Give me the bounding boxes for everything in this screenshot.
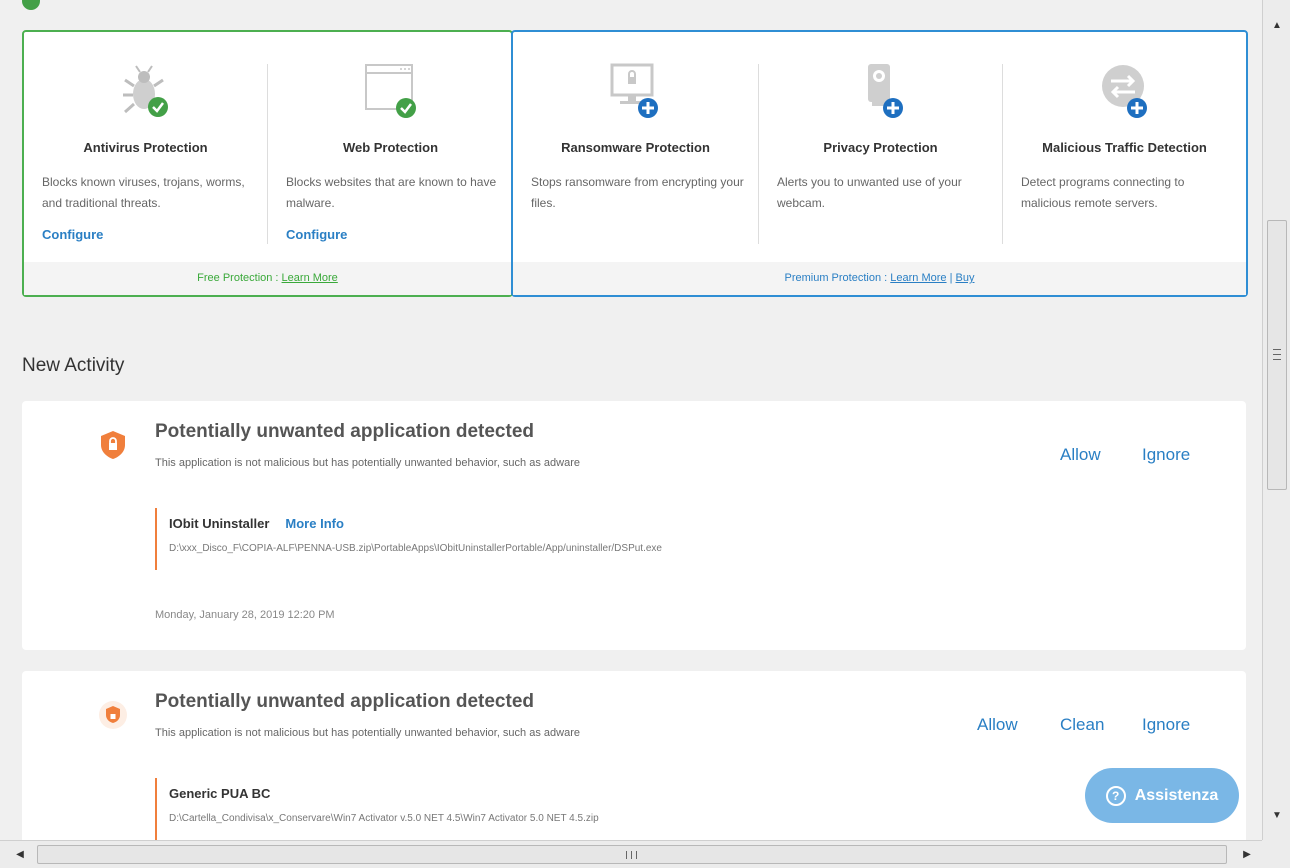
scroll-right-arrow-icon[interactable]: ▶	[1235, 841, 1259, 868]
activity-card: Potentially unwanted application detecte…	[22, 671, 1246, 840]
scroll-down-arrow-icon[interactable]: ▼	[1263, 806, 1290, 826]
content-viewport: Antivirus Protection Blocks known viruse…	[0, 0, 1262, 840]
ignore-button[interactable]: Ignore	[1142, 445, 1190, 465]
premium-panel-footer: Premium Protection : Learn More | Buy	[513, 262, 1246, 295]
feature-title: Web Protection	[342, 140, 439, 155]
horizontal-scroll-thumb[interactable]	[37, 845, 1227, 864]
feature-malicious-traffic: Malicious Traffic Detection Detect progr…	[1003, 32, 1246, 262]
activity-title: Potentially unwanted application detecte…	[155, 421, 534, 442]
feature-description: Blocks websites that are known to have m…	[286, 175, 497, 210]
feature-privacy: Privacy Protection Alerts you to unwante…	[759, 32, 1002, 262]
shield-alert-icon	[101, 431, 125, 459]
activity-card: Potentially unwanted application detecte…	[22, 401, 1246, 650]
buy-link[interactable]: Buy	[956, 272, 975, 284]
feature-description: Blocks known viruses, trojans, worms, an…	[42, 175, 245, 210]
webcam-plus-icon	[867, 64, 903, 118]
scroll-up-arrow-icon[interactable]: ▲	[1263, 16, 1290, 36]
activity-subtitle: This application is not malicious but ha…	[155, 457, 580, 469]
threat-detail: Generic PUA BC D:\Cartella_Condivisa\x_C…	[155, 778, 599, 840]
scroll-left-arrow-icon[interactable]: ◀	[8, 841, 32, 868]
threat-name: IObit Uninstaller	[169, 516, 270, 531]
monitor-lock-plus-icon	[610, 63, 658, 118]
activity-subtitle: This application is not malicious but ha…	[155, 727, 580, 739]
threat-path: D:\Cartella_Condivisa\x_Conservare\Win7 …	[169, 813, 599, 824]
horizontal-scrollbar[interactable]: ◀ ▶	[0, 840, 1262, 868]
allow-button[interactable]: Allow	[1060, 445, 1101, 465]
threat-name-row: IObit Uninstaller More Info	[169, 516, 662, 531]
threat-path: D:\xxx_Disco_F\COPIA-ALF\PENNA-USB.zip\P…	[169, 543, 662, 554]
feature-title: Antivirus Protection	[83, 140, 208, 155]
feature-web: Web Protection Blocks websites that are …	[268, 32, 513, 262]
activity-timestamp: Monday, January 28, 2019 12:20 PM	[155, 609, 335, 621]
free-panel-footer: Free Protection : Learn More	[24, 262, 511, 295]
grip-icon	[1273, 349, 1281, 360]
bug-check-icon	[122, 65, 168, 117]
more-info-link[interactable]: More Info	[285, 516, 344, 531]
feature-description: Detect programs connecting to malicious …	[1021, 175, 1185, 210]
feature-title: Malicious Traffic Detection	[1042, 140, 1207, 155]
footer-label: Premium Protection :	[784, 272, 891, 284]
question-circle-icon: ?	[1105, 785, 1126, 806]
configure-antivirus-link[interactable]: Configure	[42, 227, 103, 242]
feature-description: Stops ransomware from encrypting your fi…	[531, 175, 744, 210]
allow-button[interactable]: Allow	[977, 715, 1018, 735]
vertical-scrollbar[interactable]: ▲ ▼	[1262, 0, 1290, 840]
help-button-label: Assistenza	[1134, 786, 1219, 804]
feature-title: Ransomware Protection	[561, 140, 710, 155]
feature-ransomware: Ransomware Protection Stops ransomware f…	[513, 32, 758, 262]
traffic-plus-icon	[1101, 65, 1147, 118]
learn-more-link[interactable]: Learn More	[282, 272, 338, 284]
configure-web-link[interactable]: Configure	[286, 227, 347, 242]
threat-name: Generic PUA BC	[169, 786, 271, 801]
feature-antivirus: Antivirus Protection Blocks known viruse…	[24, 32, 267, 262]
new-activity-heading: New Activity	[22, 355, 125, 376]
help-button[interactable]: ? Assistenza	[1085, 768, 1239, 823]
clean-button[interactable]: Clean	[1060, 715, 1104, 735]
browser-check-icon	[364, 64, 416, 118]
footer-separator: |	[946, 272, 956, 284]
threat-detail: IObit Uninstaller More Info D:\xxx_Disco_…	[155, 508, 662, 570]
premium-protection-panel: Ransomware Protection Stops ransomware f…	[511, 30, 1248, 297]
activity-title: Potentially unwanted application detecte…	[155, 691, 534, 712]
scrollbar-corner	[1262, 840, 1290, 868]
status-dot-icon	[22, 0, 40, 10]
grip-icon	[626, 851, 637, 859]
ignore-button[interactable]: Ignore	[1142, 715, 1190, 735]
vertical-scroll-thumb[interactable]	[1267, 220, 1287, 490]
feature-description: Alerts you to unwanted use of your webca…	[777, 175, 962, 210]
footer-label: Free Protection :	[197, 272, 282, 284]
learn-more-link[interactable]: Learn More	[890, 272, 946, 284]
feature-title: Privacy Protection	[823, 140, 938, 155]
shield-alert-icon	[99, 701, 127, 729]
free-protection-panel: Antivirus Protection Blocks known viruse…	[22, 30, 513, 297]
